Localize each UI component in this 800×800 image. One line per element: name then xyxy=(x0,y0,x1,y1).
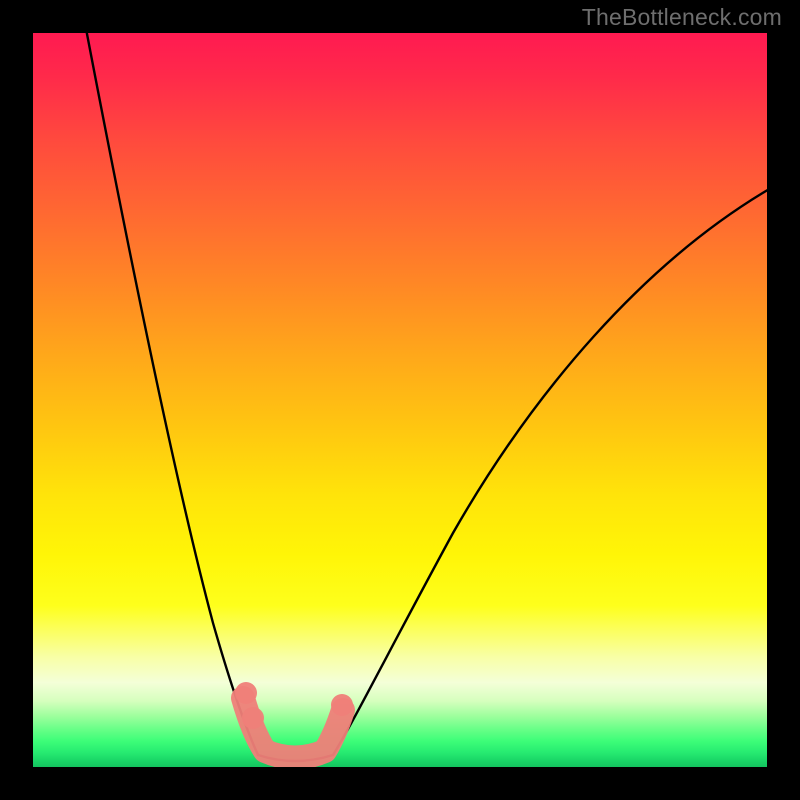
chart-frame: TheBottleneck.com xyxy=(0,0,800,800)
marker-dot xyxy=(331,694,353,716)
curve-layer xyxy=(33,33,767,767)
marker-dot xyxy=(242,707,264,729)
curve-left-branch xyxy=(83,33,258,755)
watermark-text: TheBottleneck.com xyxy=(582,4,782,31)
marker-dot xyxy=(235,682,257,704)
plot-area xyxy=(33,33,767,767)
curve-right-branch xyxy=(333,188,767,755)
